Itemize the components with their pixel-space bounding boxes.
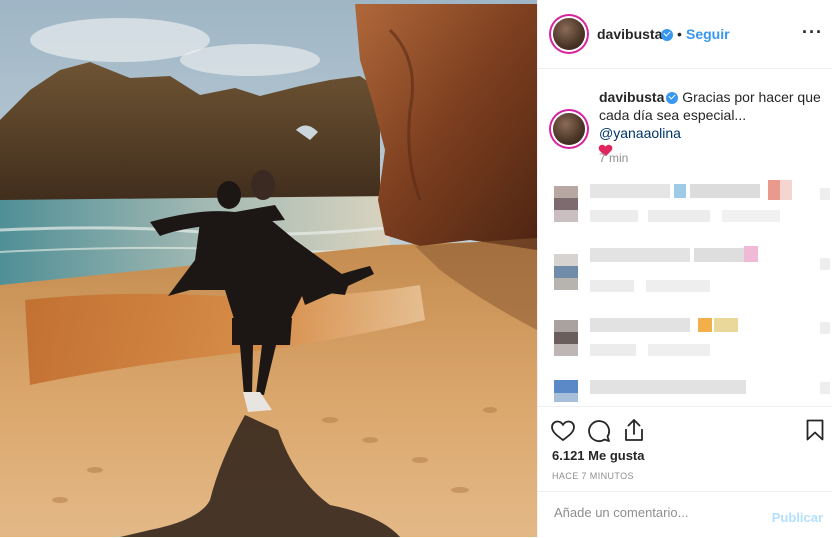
comment-form: Publicar	[538, 491, 832, 538]
avatar[interactable]	[553, 18, 585, 50]
username-link[interactable]: davibusta	[597, 26, 662, 42]
separator-dot: •	[677, 26, 682, 42]
post-header: davibusta • Seguir ···	[538, 0, 832, 69]
more-options-icon[interactable]: ···	[802, 22, 823, 43]
verified-badge-icon	[661, 29, 673, 41]
like-count[interactable]: 6.121 Me gusta	[552, 448, 645, 463]
share-icon[interactable]	[623, 418, 645, 442]
caption-username[interactable]: davibusta	[599, 89, 664, 105]
comment-input[interactable]	[552, 504, 756, 521]
instagram-post: davibusta • Seguir ··· davibusta Gracias…	[0, 0, 832, 537]
heart-icon[interactable]	[551, 420, 575, 442]
comment-item-blurred	[538, 310, 832, 370]
caption-avatar[interactable]	[553, 113, 585, 145]
verified-badge-icon	[666, 92, 679, 105]
caption-timestamp: 7 min	[599, 151, 629, 165]
publish-button[interactable]: Publicar	[772, 510, 823, 525]
beach-photo	[0, 0, 537, 537]
comment-item-blurred	[538, 374, 832, 404]
comment-item-blurred	[538, 240, 832, 300]
post-caption: davibusta Gracias por hacer que cada día…	[599, 88, 821, 160]
comment-item-blurred	[538, 176, 832, 236]
post-timestamp[interactable]: HACE 7 MINUTOS	[552, 471, 634, 481]
follow-button[interactable]: Seguir	[686, 26, 730, 42]
comment-icon[interactable]	[587, 419, 611, 443]
post-actions: 6.121 Me gusta HACE 7 MINUTOS Publicar	[538, 406, 832, 537]
post-photo[interactable]	[0, 0, 537, 537]
bookmark-icon[interactable]	[806, 419, 824, 441]
mention-link[interactable]: @yanaaolina	[599, 125, 681, 141]
post-side-panel: davibusta • Seguir ··· davibusta Gracias…	[537, 0, 832, 537]
